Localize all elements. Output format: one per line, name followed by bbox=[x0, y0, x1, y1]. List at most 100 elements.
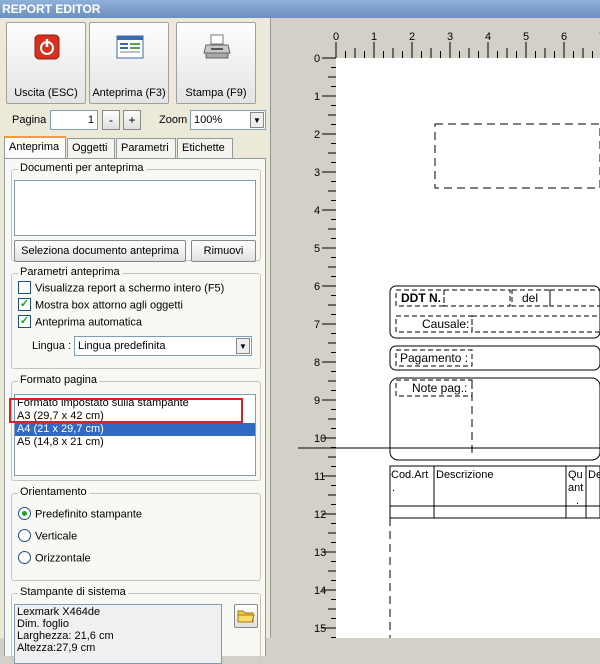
preview-docs-group: Documenti per anteprima Seleziona docume… bbox=[11, 162, 261, 262]
printer-icon bbox=[203, 34, 231, 59]
orientation-horizontal-label: Orizzontale bbox=[35, 552, 91, 565]
left-ruler-label: 14 bbox=[314, 585, 326, 597]
checkbox-box[interactable] bbox=[18, 281, 31, 294]
exit-button[interactable]: Uscita (ESC) bbox=[6, 22, 86, 104]
page-format-item[interactable]: A5 (14,8 x 21 cm) bbox=[15, 436, 255, 449]
orientation-default-radio[interactable]: Predefinito stampante bbox=[18, 507, 143, 521]
left-ruler-label: 11 bbox=[314, 471, 325, 483]
select-preview-doc-button[interactable]: Seleziona documento anteprima bbox=[14, 240, 186, 262]
window-title: REPORT EDITOR bbox=[0, 0, 600, 18]
left-ruler-label: 7 bbox=[314, 319, 320, 331]
left-ruler-label: 5 bbox=[314, 243, 320, 255]
tab-anteprima[interactable]: Anteprima bbox=[4, 136, 66, 158]
left-ruler-label: 1 bbox=[314, 91, 320, 103]
left-ruler-label: 13 bbox=[314, 547, 326, 559]
choose-printer-button[interactable] bbox=[234, 604, 258, 628]
language-label: Lingua : bbox=[32, 340, 72, 352]
preview-docs-list[interactable] bbox=[14, 180, 256, 236]
system-printer-group: Stampante di sistema Lexmark X464de Dim.… bbox=[11, 586, 261, 664]
preview-window-icon bbox=[116, 35, 144, 59]
language-value: Lingua predefinita bbox=[78, 340, 166, 352]
report-canvas-svg: 01234567 0123456789101112131415 DDT N. d… bbox=[298, 18, 600, 638]
col-desc-header: Descrizione bbox=[436, 469, 493, 481]
top-ruler-label: 0 bbox=[333, 31, 339, 43]
left-ruler-label: 4 bbox=[314, 205, 320, 217]
preview-params-group: Parametri anteprima Visualizza report a … bbox=[11, 266, 261, 369]
causale-label: Causale: bbox=[422, 317, 469, 331]
system-printer-title: Stampante di sistema bbox=[18, 586, 128, 598]
left-ruler-label: 3 bbox=[314, 167, 320, 179]
radio-icon[interactable] bbox=[18, 529, 31, 542]
top-ruler-label: 1 bbox=[371, 31, 377, 43]
folder-icon bbox=[237, 610, 255, 623]
printer-sheet-label: Dim. foglio bbox=[17, 618, 69, 630]
chevron-down-icon[interactable]: ▼ bbox=[250, 112, 264, 128]
fullscreen-checkbox[interactable]: Visualizza report a schermo intero (F5) bbox=[18, 281, 225, 298]
page-format-item-selected[interactable]: A4 (21 x 29,7 cm) bbox=[15, 423, 255, 436]
system-printer-info: Lexmark X464de Dim. foglio Larghezza: 21… bbox=[14, 604, 222, 664]
zoom-value: 100% bbox=[194, 114, 223, 126]
left-ruler-label: 15 bbox=[314, 623, 326, 635]
orientation-horizontal-radio[interactable]: Orizzontale bbox=[18, 551, 91, 565]
printer-name: Lexmark X464de bbox=[17, 606, 101, 618]
auto-preview-checkbox-label: Anteprima automatica bbox=[35, 316, 142, 329]
red-highlight-box bbox=[9, 398, 243, 423]
left-pane: Uscita (ESC) Anteprima (F3) Stampa (F9) … bbox=[0, 18, 270, 664]
col-qu-header-3: . bbox=[576, 495, 579, 507]
page-input[interactable]: 1 bbox=[50, 110, 98, 130]
col-qu-header-2: ant bbox=[568, 482, 583, 494]
orientation-vertical-label: Verticale bbox=[35, 530, 78, 543]
left-ruler-label: 12 bbox=[314, 509, 326, 521]
top-ruler-label: 6 bbox=[561, 31, 567, 43]
page-prev-button[interactable]: - bbox=[102, 110, 120, 130]
tab-etichette[interactable]: Etichette bbox=[177, 138, 233, 158]
left-ruler-label: 2 bbox=[314, 129, 320, 141]
col-qu-header: Qu bbox=[568, 469, 583, 481]
orientation-title: Orientamento bbox=[18, 486, 89, 498]
orientation-group: Orientamento Predefinito stampante Verti… bbox=[11, 486, 261, 581]
show-boxes-checkbox[interactable]: ✓ Mostra box attorno agli oggetti bbox=[18, 298, 183, 315]
top-ruler-label: 4 bbox=[485, 31, 491, 43]
preview-tab-panel: Documenti per anteprima Seleziona docume… bbox=[4, 158, 266, 664]
left-ruler-label: 6 bbox=[314, 281, 320, 293]
preview-button[interactable]: Anteprima (F3) bbox=[89, 22, 169, 104]
col-de-header: De bbox=[588, 469, 600, 481]
left-ruler-label: 8 bbox=[314, 357, 320, 369]
page-label: Pagina bbox=[12, 114, 47, 126]
zoom-select[interactable]: 100% ▼ bbox=[190, 110, 266, 130]
panel-splitter[interactable] bbox=[270, 18, 298, 638]
chevron-down-icon[interactable]: ▼ bbox=[236, 338, 250, 354]
fullscreen-checkbox-label: Visualizza report a schermo intero (F5) bbox=[35, 282, 225, 295]
print-label: Stampa (F9) bbox=[185, 87, 247, 99]
auto-preview-checkbox[interactable]: ✓ Anteprima automatica bbox=[18, 315, 142, 332]
exit-label: Uscita (ESC) bbox=[14, 87, 78, 99]
show-boxes-checkbox-label: Mostra box attorno agli oggetti bbox=[35, 299, 183, 312]
printer-height: Altezza:27,9 cm bbox=[17, 642, 96, 654]
language-select[interactable]: Lingua predefinita ▼ bbox=[74, 336, 252, 356]
zoom-label: Zoom bbox=[159, 114, 188, 126]
tab-parametri[interactable]: Parametri bbox=[116, 138, 176, 158]
pager-row: Pagina 1 - + Zoom 100% ▼ bbox=[0, 110, 270, 132]
remove-preview-doc-button[interactable]: Rimuovi bbox=[191, 240, 256, 262]
print-button[interactable]: Stampa (F9) bbox=[176, 22, 256, 104]
page-format-group: Formato pagina Formato impostato sulla s… bbox=[11, 374, 261, 481]
checkmark-icon[interactable]: ✓ bbox=[18, 298, 31, 311]
orientation-vertical-radio[interactable]: Verticale bbox=[18, 529, 78, 543]
left-ruler-label: 0 bbox=[314, 53, 320, 65]
note-label: Note pag.: bbox=[412, 381, 467, 395]
radio-selected-icon[interactable] bbox=[18, 507, 31, 520]
pagamento-label: Pagamento : bbox=[400, 351, 468, 365]
report-canvas[interactable]: 01234567 0123456789101112131415 DDT N. d… bbox=[298, 18, 600, 638]
page-next-button[interactable]: + bbox=[123, 110, 141, 130]
left-ruler-label: 9 bbox=[314, 395, 320, 407]
preview-params-title: Parametri anteprima bbox=[18, 266, 122, 278]
checkmark-icon[interactable]: ✓ bbox=[18, 315, 31, 328]
preview-label: Anteprima (F3) bbox=[92, 87, 166, 99]
orientation-default-label: Predefinito stampante bbox=[35, 508, 143, 521]
col-cod-header-2: . bbox=[392, 482, 395, 494]
top-ruler-label: 5 bbox=[523, 31, 529, 43]
preview-docs-title: Documenti per anteprima bbox=[18, 162, 146, 174]
tab-oggetti[interactable]: Oggetti bbox=[67, 138, 115, 158]
radio-icon[interactable] bbox=[18, 551, 31, 564]
col-cod-header: Cod.Art bbox=[391, 469, 428, 481]
